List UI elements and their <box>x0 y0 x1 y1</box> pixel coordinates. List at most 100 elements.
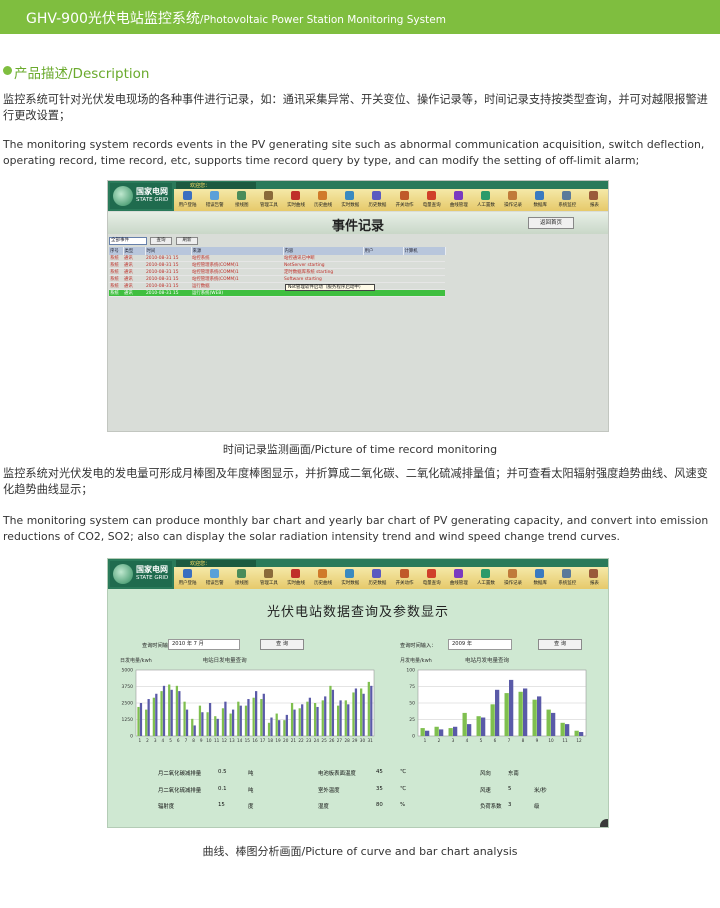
table-cell <box>403 282 445 291</box>
toolbar-item[interactable]: 数据库 <box>527 189 554 211</box>
toolbar-item[interactable]: 历史数据 <box>364 189 391 211</box>
table-cell <box>403 261 445 270</box>
refresh-button[interactable]: 刷新 <box>176 237 198 245</box>
stat-unit: 吨 <box>248 771 254 777</box>
table-cell <box>403 275 445 284</box>
toolbar-icon <box>480 191 490 200</box>
toolbar-icon <box>508 191 518 200</box>
table-row[interactable]: 系统 通讯 2010-08-31 15 运行系统(WEB) <box>109 289 445 298</box>
table-cell: 系统 <box>109 289 123 298</box>
table-header: 类型 <box>123 247 146 255</box>
toolbar-item[interactable]: 接线图 <box>228 189 255 211</box>
table-cell: 站控通讯已中断 <box>283 255 363 263</box>
table-cell: 系统 <box>109 282 123 291</box>
toolbar-icon <box>426 191 436 200</box>
toolbar-item[interactable]: 用户登陆 <box>174 189 201 211</box>
stat-value: 35 <box>376 786 383 792</box>
toolbar-label: 实时曲线 <box>287 203 306 208</box>
toolbar-label: 管理工具 <box>259 203 278 208</box>
stat-unit: ℃ <box>400 769 407 775</box>
toolbar-label: 报表 <box>589 203 599 208</box>
table-cell: 站控管理系统(COMM)1 <box>191 261 283 270</box>
table-cell: 运行系统(WEB) <box>191 289 283 298</box>
table-cell: 2010-08-31 15 <box>145 289 191 298</box>
stat-value: 80 <box>376 802 383 808</box>
toolbar-item[interactable]: 报表 <box>581 189 608 211</box>
stat-unit: ℃ <box>400 786 407 792</box>
toolbar-label: 错误告警 <box>205 203 224 208</box>
state-grid-logo: 国家电网 STATE GRID <box>110 183 172 209</box>
table-cell: 2010-08-31 15 <box>145 255 191 263</box>
toolbar-item[interactable]: 人工置数 <box>472 189 499 211</box>
stat-label: 电池板表面温度 <box>318 771 356 777</box>
toolbar-item[interactable]: 管理工具 <box>255 189 282 211</box>
toolbar-item[interactable]: 实时数据 <box>337 189 364 211</box>
table-header: 时间 <box>145 247 192 255</box>
query-button[interactable]: 查询 <box>150 237 172 245</box>
stat-value: 5 <box>508 786 512 792</box>
stat-value: 0.5 <box>218 769 227 775</box>
table-cell: 运行数据 <box>191 282 283 291</box>
table-row[interactable]: 系统 通讯 2010-08-31 15 站控管理系统(COMM)1 定时数据库系统 st… <box>109 268 445 277</box>
toolbar-icon <box>345 191 355 200</box>
table-cell: 通讯 <box>123 282 145 291</box>
table-row[interactable]: 系统 通讯 2010-08-31 15 站控系统 站控通讯已中断 <box>109 255 445 263</box>
toolbar-item[interactable]: 系统监控 <box>554 189 581 211</box>
toolbar-item[interactable]: 开关动作 <box>391 189 418 211</box>
toolbar-item[interactable]: 电量查询 <box>418 189 445 211</box>
table-row[interactable]: 系统 通讯 2010-08-31 15 站控管理系统(COMM)1 Software s… <box>109 275 445 284</box>
table-cell <box>363 255 403 263</box>
page-title: GHV-900光伏电站监控系统/Photovoltaic Power Stati… <box>26 8 446 28</box>
stat-label: 月二氧化硫减排量 <box>158 788 202 794</box>
tooltip: Net管理软件启动（服务程序启动中） <box>285 284 375 291</box>
table-cell: 2010-08-31 15 <box>145 268 191 277</box>
table-row[interactable]: 系统 通讯 2010-08-31 15 运行数据 <box>109 282 445 291</box>
table-header: 内容 <box>283 247 364 255</box>
back-home-button[interactable]: 返回首页 <box>528 217 574 229</box>
pv-data-screenshot: 国家电网 STATE GRID 欢迎您： 用户登陆 错误告警 接线图 管理工具 实时曲线… <box>107 558 609 828</box>
stat-value: 45 <box>376 769 383 775</box>
table-cell: 通讯 <box>123 255 145 263</box>
toolbar-icon <box>182 191 192 200</box>
toolbar-icon <box>535 191 545 200</box>
toolbar-label: 开关动作 <box>395 203 414 208</box>
stat-label: 负荷系数 <box>480 804 502 810</box>
table-cell <box>363 268 403 277</box>
toolbar-item[interactable]: 曲线管理 <box>445 189 472 211</box>
table-row[interactable]: 系统 通讯 2010-08-31 15 站控管理系统(COMM)1 NetServer … <box>109 261 445 270</box>
toolbar-label: 接线图 <box>235 203 249 208</box>
table-cell: 站控系统 <box>191 255 283 263</box>
table-cell: 2010-08-31 15 <box>145 275 191 284</box>
toolbar-item[interactable]: 历史曲线 <box>310 189 337 211</box>
bullet-icon <box>3 66 12 75</box>
table-cell: 站控管理系统(COMM)1 <box>191 268 283 277</box>
toolbar-label: 数据库 <box>533 203 547 208</box>
section-title: 产品描述/Description <box>14 66 150 82</box>
stat-label: 辐射度 <box>158 804 175 810</box>
toolbar-icon <box>372 191 382 200</box>
table-cell: Software starting <box>283 275 363 284</box>
toolbar-item[interactable]: 实时曲线 <box>283 189 310 211</box>
toolbar-label: 用户登陆 <box>178 203 197 208</box>
paragraph-1-cn: 监控系统可针对光伏发电现场的各种事件进行记录，如：通讯采集异常、开关变位、操作记… <box>3 93 708 122</box>
toolbar-item[interactable]: 错误告警 <box>201 189 228 211</box>
table-cell: 通讯 <box>123 289 145 298</box>
table-cell <box>403 289 445 298</box>
toolbar-icon <box>263 191 273 200</box>
table-header: 序号 <box>109 247 124 255</box>
table-cell <box>363 275 403 284</box>
table-cell <box>403 268 445 277</box>
toolbar-icon <box>399 191 409 200</box>
stat-unit: 吨 <box>248 788 254 794</box>
toolbar-item[interactable]: 操作记录 <box>500 189 527 211</box>
stat-label: 风速 <box>480 788 491 794</box>
table-header: 来源 <box>191 247 284 255</box>
toolbar-label: 历史数据 <box>368 203 387 208</box>
event-type-select[interactable]: 全部事件 <box>109 237 147 245</box>
paragraph-1-en: The monitoring system records events in … <box>3 138 705 167</box>
title-cn: GHV-900光伏电站监控系统 <box>26 11 200 27</box>
toolbar-label: 人工置数 <box>476 203 495 208</box>
toolbar-label: 操作记录 <box>504 203 523 208</box>
toolbar-icon <box>236 191 246 200</box>
table-header: 用户 <box>363 247 404 255</box>
